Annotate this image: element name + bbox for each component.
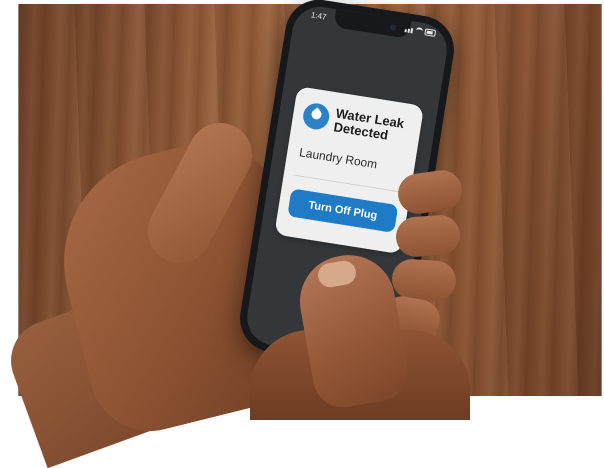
water-drop-icon <box>301 101 332 132</box>
notification-title: Water Leak Detected <box>332 105 406 143</box>
camera-icon <box>389 23 397 31</box>
finger <box>394 213 462 259</box>
signal-icon <box>404 25 414 34</box>
turn-off-plug-button[interactable]: Turn Off Plug <box>287 188 399 233</box>
wifi-icon <box>415 26 424 35</box>
phone-notch <box>333 9 412 39</box>
card-divider <box>293 174 401 193</box>
battery-icon <box>424 28 437 37</box>
notification-subtitle: Laundry Room <box>298 145 379 172</box>
image-border-right <box>601 4 602 396</box>
status-icons <box>404 25 437 37</box>
status-time: 1:47 <box>310 10 328 22</box>
